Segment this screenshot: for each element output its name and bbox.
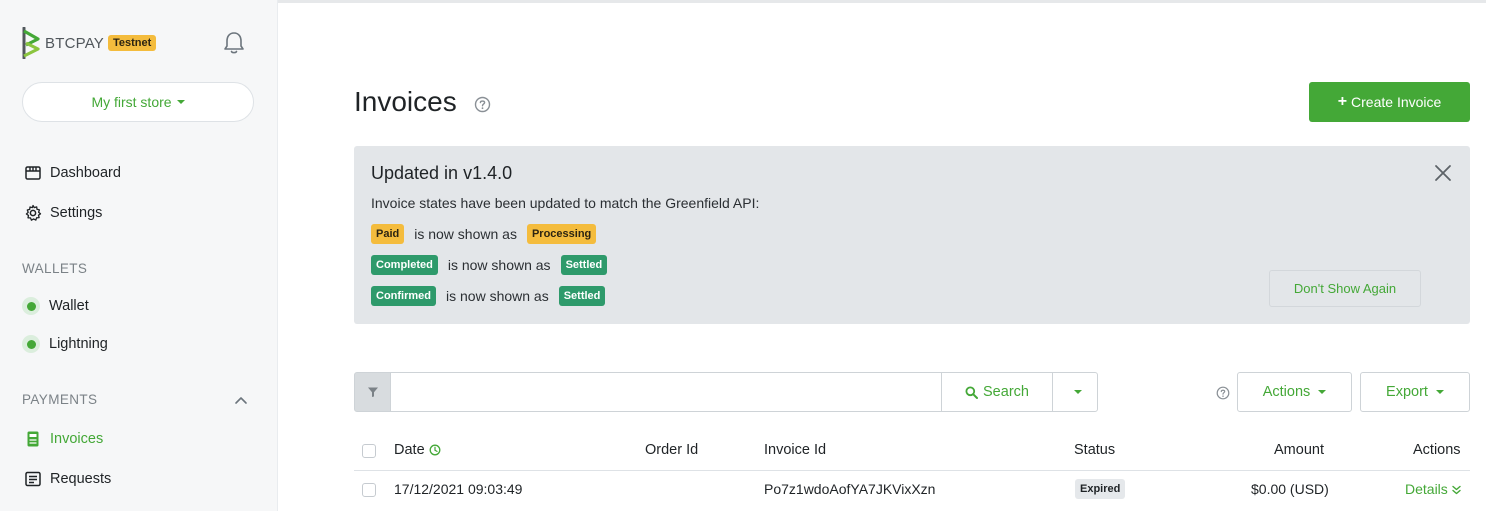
wallet-status-icon bbox=[22, 297, 40, 315]
status-badge: Settled bbox=[558, 286, 606, 306]
double-chevron-down-icon bbox=[1451, 486, 1461, 495]
search-input[interactable] bbox=[390, 372, 942, 412]
sidebar-item-dashboard[interactable]: Dashboard bbox=[24, 164, 121, 182]
export-label: Export bbox=[1386, 384, 1428, 400]
sidebar-item-label: Dashboard bbox=[50, 165, 121, 181]
plus-icon: + bbox=[1337, 93, 1348, 110]
row-checkbox[interactable] bbox=[362, 483, 376, 497]
invoice-date: 17/12/2021 09:03:49 bbox=[394, 481, 523, 497]
invoice-id-link[interactable]: Po7z1wdoAofYA7JKVixXzn bbox=[764, 481, 935, 497]
update-alert: Updated in v1.4.0 Invoice states have be… bbox=[354, 146, 1470, 324]
chevron-up-icon[interactable] bbox=[234, 394, 248, 406]
actions-dropdown-button[interactable]: Actions bbox=[1237, 372, 1352, 412]
select-all-checkbox[interactable] bbox=[362, 444, 376, 458]
gear-icon bbox=[25, 204, 42, 221]
question-circle-icon[interactable] bbox=[474, 96, 491, 113]
sidebar-item-requests[interactable]: Requests bbox=[24, 470, 111, 488]
invoice-icon bbox=[27, 431, 39, 447]
status-badge: Paid bbox=[371, 224, 405, 244]
table-divider bbox=[354, 470, 1470, 471]
column-header-amount: Amount bbox=[1274, 442, 1324, 458]
export-dropdown-button[interactable]: Export bbox=[1360, 372, 1470, 412]
sidebar-item-label: Requests bbox=[50, 471, 112, 487]
payments-heading: PAYMENTS bbox=[22, 392, 98, 407]
alert-title: Updated in v1.4.0 bbox=[371, 163, 513, 183]
page-title: Invoices bbox=[354, 86, 457, 117]
alert-row: Completed is now shown as Settled bbox=[371, 255, 608, 275]
create-invoice-label: Create Invoice bbox=[1351, 94, 1442, 110]
sidebar-item-settings[interactable]: Settings bbox=[24, 204, 102, 222]
status-badge: Settled bbox=[560, 255, 608, 275]
sidebar-item-wallet[interactable]: Wallet bbox=[22, 297, 89, 315]
alert-row-text: is now shown as bbox=[446, 288, 549, 304]
sidebar-item-label: Lightning bbox=[49, 336, 108, 352]
status-badge: Processing bbox=[526, 224, 597, 244]
filter-toggle[interactable] bbox=[354, 372, 391, 412]
store-icon bbox=[25, 166, 41, 180]
btcpay-logo-icon bbox=[22, 27, 40, 59]
brand-name: BTCPAY bbox=[45, 34, 104, 52]
alert-row: Paid is now shown as Processing bbox=[371, 224, 597, 244]
sidebar-item-label: Wallet bbox=[49, 298, 89, 314]
store-selector[interactable]: My first store bbox=[22, 82, 254, 122]
question-circle-icon[interactable] bbox=[1216, 386, 1230, 400]
alert-row: Confirmed is now shown as Settled bbox=[371, 286, 606, 306]
actions-label: Actions bbox=[1262, 384, 1311, 400]
search-icon bbox=[965, 386, 979, 399]
details-toggle[interactable]: Details bbox=[1405, 481, 1461, 497]
chevron-down-icon bbox=[176, 100, 185, 104]
lightning-status-icon bbox=[22, 335, 40, 353]
column-header-status: Status bbox=[1074, 442, 1116, 458]
create-invoice-button[interactable]: + Create Invoice bbox=[1309, 82, 1470, 122]
status-badge: Confirmed bbox=[371, 286, 436, 306]
sidebar-item-lightning[interactable]: Lightning bbox=[22, 335, 108, 353]
list-icon bbox=[25, 471, 41, 487]
sidebar-item-invoices[interactable]: Invoices bbox=[24, 430, 103, 448]
details-label: Details bbox=[1405, 481, 1448, 497]
sidebar: BTCPAY Testnet My first store Dashboard … bbox=[0, 0, 278, 511]
clock-icon bbox=[429, 444, 441, 456]
search-button-label: Search bbox=[983, 384, 1029, 400]
search-options-dropdown[interactable] bbox=[1052, 372, 1098, 412]
column-header-order-id: Order Id bbox=[645, 442, 699, 458]
status-badge: Completed bbox=[371, 255, 438, 275]
dont-show-again-button[interactable]: Don't Show Again bbox=[1269, 270, 1421, 307]
invoice-amount: $0.00 (USD) bbox=[1251, 481, 1329, 497]
column-header-actions: Actions bbox=[1413, 442, 1461, 458]
alert-text: Invoice states have been updated to matc… bbox=[371, 195, 760, 211]
close-icon[interactable] bbox=[1434, 164, 1452, 182]
store-name: My first store bbox=[91, 94, 172, 110]
column-header-label: Date bbox=[394, 442, 425, 458]
chevron-down-icon bbox=[1073, 390, 1082, 394]
wallets-heading: WALLETS bbox=[22, 261, 88, 276]
chevron-down-icon bbox=[1318, 390, 1327, 394]
brand[interactable]: BTCPAY Testnet bbox=[22, 26, 157, 60]
status-badge[interactable]: Expired bbox=[1075, 479, 1126, 499]
testnet-badge: Testnet bbox=[108, 35, 157, 51]
sidebar-item-label: Settings bbox=[50, 205, 103, 221]
chevron-down-icon bbox=[1435, 390, 1444, 394]
column-header-date[interactable]: Date bbox=[394, 442, 441, 458]
sidebar-item-label: Invoices bbox=[50, 431, 104, 447]
alert-row-text: is now shown as bbox=[414, 226, 517, 242]
column-header-invoice-id: Invoice Id bbox=[764, 442, 827, 458]
bell-icon[interactable] bbox=[220, 29, 248, 57]
alert-row-text: is now shown as bbox=[447, 257, 551, 273]
search-button[interactable]: Search bbox=[941, 372, 1053, 412]
filter-icon bbox=[367, 387, 378, 397]
